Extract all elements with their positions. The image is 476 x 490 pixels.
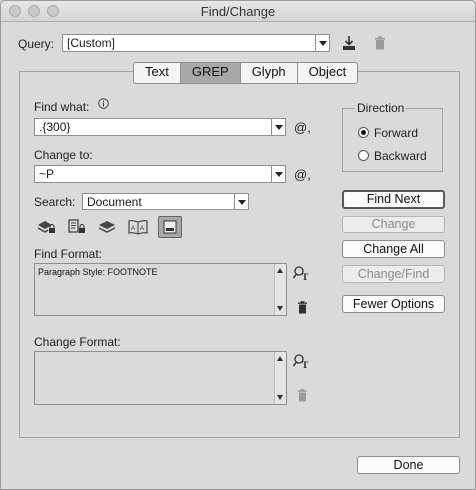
find-format-box[interactable]: Paragraph Style: FOOTNOTE <box>34 263 287 316</box>
fewer-options-button[interactable]: Fewer Options <box>342 295 445 313</box>
svg-text:T: T <box>302 360 308 369</box>
specify-change-format-icon[interactable]: T <box>293 353 309 369</box>
save-query-icon[interactable] <box>340 34 358 52</box>
change-all-button[interactable]: Change All <box>342 240 445 258</box>
special-characters-change-icon[interactable]: @, <box>294 167 311 182</box>
chevron-down-icon <box>315 35 329 51</box>
include-footnotes-icon[interactable] <box>158 216 182 238</box>
tab-glyph[interactable]: Glyph <box>241 63 298 83</box>
tab-object[interactable]: Object <box>298 63 358 83</box>
change-to-input[interactable]: ~P <box>34 165 286 183</box>
trash-icon[interactable] <box>372 35 388 51</box>
find-format-scrollbar[interactable] <box>274 264 286 315</box>
find-what-input[interactable]: .{300} <box>34 118 286 136</box>
chevron-down-icon[interactable] <box>271 119 285 135</box>
tab-text[interactable]: Text <box>134 63 181 83</box>
window-title: Find/Change <box>200 4 276 19</box>
chevron-down-icon <box>234 194 248 209</box>
search-scope-dropdown[interactable]: Document <box>82 193 249 210</box>
search-type-tabs: Text GREP Glyph Object <box>133 62 359 84</box>
svg-text:A: A <box>131 226 135 232</box>
svg-text:T: T <box>302 272 308 281</box>
find-format-value: Paragraph Style: FOOTNOTE <box>38 267 158 277</box>
find-what-value: .{300} <box>39 120 71 134</box>
query-label: Query: <box>18 37 55 51</box>
direction-forward-label[interactable]: Forward <box>374 126 418 140</box>
change-format-label: Change Format: <box>34 335 121 349</box>
find-format-label: Find Format: <box>34 247 103 261</box>
clear-find-format-icon[interactable] <box>295 300 309 314</box>
tab-grep[interactable]: GREP <box>180 63 241 83</box>
include-hidden-layers-icon[interactable] <box>97 218 117 236</box>
find-change-dialog: Find/Change Query: [Custom] Text GREP Gl… <box>0 0 476 490</box>
clear-change-format-icon[interactable] <box>295 388 309 402</box>
change-to-value: ~P <box>39 167 55 181</box>
include-master-pages-icon[interactable]: AA <box>127 218 149 236</box>
change-to-label: Change to: <box>34 148 93 162</box>
change-button[interactable]: Change <box>342 216 445 233</box>
search-label: Search: <box>34 195 76 209</box>
direction-backward-label[interactable]: Backward <box>374 149 427 163</box>
svg-text:A: A <box>140 226 144 232</box>
direction-label: Direction <box>355 101 407 115</box>
title-bar: Find/Change <box>1 1 475 22</box>
chevron-down-icon[interactable] <box>271 166 285 182</box>
change-find-button[interactable]: Change/Find <box>342 265 445 283</box>
info-icon[interactable] <box>97 97 109 109</box>
include-locked-layers-icon[interactable] <box>37 218 57 236</box>
direction-forward-radio[interactable] <box>358 127 369 138</box>
find-next-button[interactable]: Find Next <box>342 190 445 209</box>
find-what-label: Find what: <box>34 100 90 114</box>
done-button[interactable]: Done <box>357 456 460 474</box>
query-value: [Custom] <box>67 36 116 50</box>
change-format-scrollbar[interactable] <box>274 352 286 404</box>
direction-backward-radio[interactable] <box>358 150 369 161</box>
search-scope-value: Document <box>87 195 142 209</box>
specify-find-format-icon[interactable]: T <box>293 265 309 281</box>
include-locked-stories-icon[interactable] <box>67 218 87 236</box>
change-format-box[interactable] <box>34 351 287 405</box>
query-dropdown[interactable]: [Custom] <box>62 34 330 52</box>
special-characters-find-icon[interactable]: @, <box>294 120 311 135</box>
